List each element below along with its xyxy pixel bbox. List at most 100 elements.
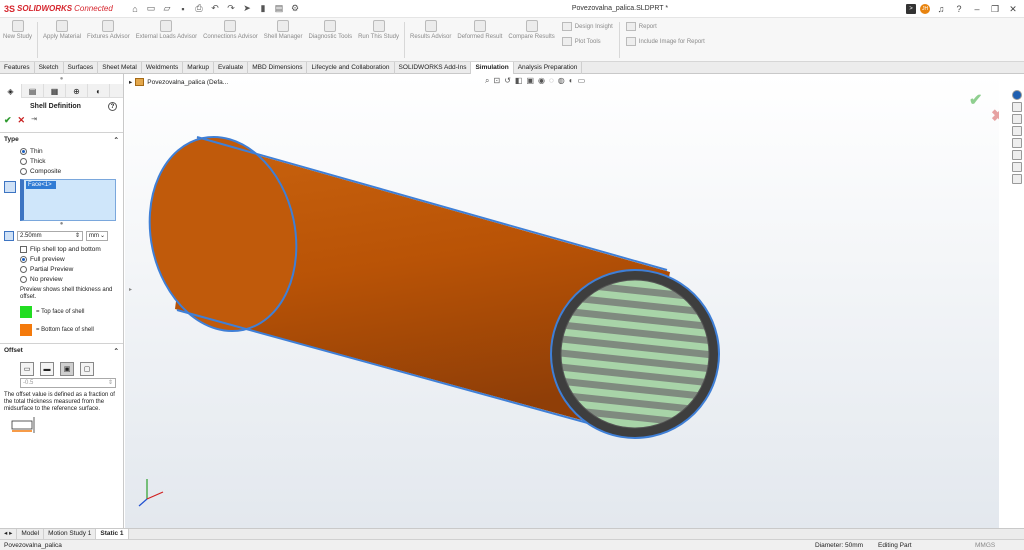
tab-surfaces[interactable]: Surfaces [64,62,99,74]
close-icon[interactable]: ✕ [1006,3,1020,15]
model-viewport[interactable] [125,74,999,528]
shell-manager-button[interactable]: Shell Manager [261,20,306,41]
face-list-item[interactable]: Face<1> [26,181,56,189]
tab-evaluate[interactable]: Evaluate [214,62,249,74]
radio-no-preview[interactable]: No preview [0,275,123,285]
report-button[interactable]: Report [626,22,705,31]
design-library-icon[interactable] [1012,102,1022,112]
deformed-result-button[interactable]: Deformed Result [454,20,505,41]
command-prompt-icon[interactable]: > [906,4,916,14]
radio-thin[interactable]: Thin [0,147,123,157]
view-palette-icon[interactable] [1012,126,1022,136]
tab-markup[interactable]: Markup [183,62,214,74]
previous-view-icon[interactable]: ↺ [504,76,511,86]
file-explorer-icon[interactable] [1012,114,1022,124]
tree-part-label[interactable]: Povezovalna_palica (Defa... [147,79,228,86]
compare-results-button[interactable]: Compare Results [505,20,557,41]
hide-show-items-icon[interactable]: ◌ [549,76,554,86]
tab-sketch[interactable]: Sketch [35,62,64,74]
collapse-chevron-icon[interactable]: ⌃ [114,347,119,355]
view-orientation-icon[interactable]: ▣ [526,76,534,86]
solidworks-logo[interactable]: 3S SOLIDWORKS Connected [4,4,114,14]
property-manager-tab-icon[interactable]: ▤ [22,84,44,98]
print-icon[interactable]: ⎙ [192,3,206,15]
zoom-to-area-icon[interactable]: ⊡ [493,76,500,86]
bottom-surface-icon[interactable]: ▣ [60,362,74,376]
forum-icon[interactable] [1012,162,1022,172]
tab-weldments[interactable]: Weldments [142,62,184,74]
view-settings-icon[interactable]: ▭ [578,76,586,86]
connections-advisor-button[interactable]: Connections Advisor [200,20,261,41]
confirm-corner-cancel-icon[interactable]: ✖ [991,106,999,126]
spinner-icon[interactable]: ⇕ [75,232,80,240]
top-surface-icon[interactable]: ▬ [40,362,54,376]
apply-scene-icon[interactable]: ◐ [569,76,574,86]
radio-full-preview[interactable]: Full preview [0,255,123,265]
user-avatar[interactable]: JH [920,4,930,14]
new-study-button[interactable]: New Study [0,20,35,41]
fixtures-advisor-button[interactable]: Fixtures Advisor [84,20,133,41]
zoom-to-fit-icon[interactable]: ⌕ [485,76,489,86]
select-icon[interactable]: ➤ [240,3,254,15]
rebuild-icon[interactable]: ▮ [256,3,270,15]
tab-addins[interactable]: SOLIDWORKS Add-Ins [395,62,472,74]
help-icon[interactable]: ? [952,3,966,15]
help-icon[interactable]: ? [108,102,117,111]
status-units[interactable]: MMGS [975,542,995,549]
face-selection-list[interactable]: Face<1> [20,179,116,221]
offset-section-header[interactable]: Offset ⌃ [0,344,123,358]
pushpin-icon[interactable]: ⇥ [31,115,37,126]
middle-surface-icon[interactable]: ▭ [20,362,34,376]
display-manager-tab-icon[interactable]: ◐ [88,84,110,98]
ok-check-icon[interactable]: ✔ [4,115,12,126]
appearances-icon[interactable] [1012,138,1022,148]
thickness-input[interactable]: 2.50mm ⇕ [17,231,83,241]
tab-features[interactable]: Features [0,62,35,74]
spinner-icon[interactable]: ⇕ [108,379,113,387]
display-style-icon[interactable]: ◉ [538,76,545,86]
panel-splitter-icon[interactable]: ▸ [129,286,132,293]
tab-model[interactable]: Model [17,529,45,539]
tab-sheet-metal[interactable]: Sheet Metal [98,62,142,74]
restore-icon[interactable]: ❐ [988,3,1002,15]
open-icon[interactable]: ▱ [160,3,174,15]
apply-material-button[interactable]: Apply Material [40,20,84,41]
file-properties-icon[interactable]: ▤ [272,3,286,15]
flip-shell-checkbox[interactable]: Flip shell top and bottom [0,245,123,255]
collapse-chevron-icon[interactable]: ⌃ [114,136,119,144]
confirm-corner-ok-icon[interactable]: ✔ [969,90,982,110]
nav-arrows-icon[interactable]: ◂ ▸ [0,529,18,539]
home-icon[interactable]: ⌂ [128,3,142,15]
section-view-icon[interactable]: ◧ [515,76,523,86]
resources-icon[interactable] [1012,90,1022,100]
3dexperience-icon[interactable] [1012,174,1022,184]
save-icon[interactable]: ▪ [176,3,190,15]
panel-grip-icon[interactable]: ● [0,74,123,84]
options-gear-icon[interactable]: ⚙ [288,3,302,15]
run-study-button[interactable]: Run This Study [355,20,402,41]
tab-motion-study[interactable]: Motion Study 1 [44,529,97,539]
graphics-area[interactable]: ▸ Povezovalna_palica (Defa... ⌕ ⊡ ↺ ◧ ▣ … [125,74,999,528]
configuration-manager-tab-icon[interactable]: ▦ [44,84,66,98]
feature-tree-flyout[interactable]: ▸ Povezovalna_palica (Defa... [129,78,228,86]
radio-thick[interactable]: Thick [0,157,123,167]
new-document-icon[interactable]: ▭ [144,3,158,15]
offset-input[interactable]: -0.5 ⇕ [20,378,116,388]
tab-static-study[interactable]: Static 1 [96,529,129,539]
edit-appearance-icon[interactable]: ◍ [558,76,565,86]
type-section-header[interactable]: Type ⌃ [0,133,123,147]
specify-ratio-icon[interactable]: ▢ [80,362,94,376]
tab-analysis-preparation[interactable]: Analysis Preparation [514,62,583,74]
feature-manager-tab-icon[interactable]: ◈ [0,84,22,98]
design-insight-button[interactable]: Design Insight [562,22,613,31]
diagnostic-tools-button[interactable]: Diagnostic Tools [306,20,356,41]
results-advisor-button[interactable]: Results Advisor [407,20,454,41]
include-image-button[interactable]: Include Image for Report [626,37,705,46]
external-loads-advisor-button[interactable]: External Loads Advisor [133,20,200,41]
tab-mbd-dimensions[interactable]: MBD Dimensions [248,62,308,74]
radio-composite[interactable]: Composite [0,167,123,177]
undo-icon[interactable]: ↶ [208,3,222,15]
radio-partial-preview[interactable]: Partial Preview [0,265,123,275]
custom-properties-icon[interactable] [1012,150,1022,160]
notifications-bell-icon[interactable]: ♫ [934,3,948,15]
